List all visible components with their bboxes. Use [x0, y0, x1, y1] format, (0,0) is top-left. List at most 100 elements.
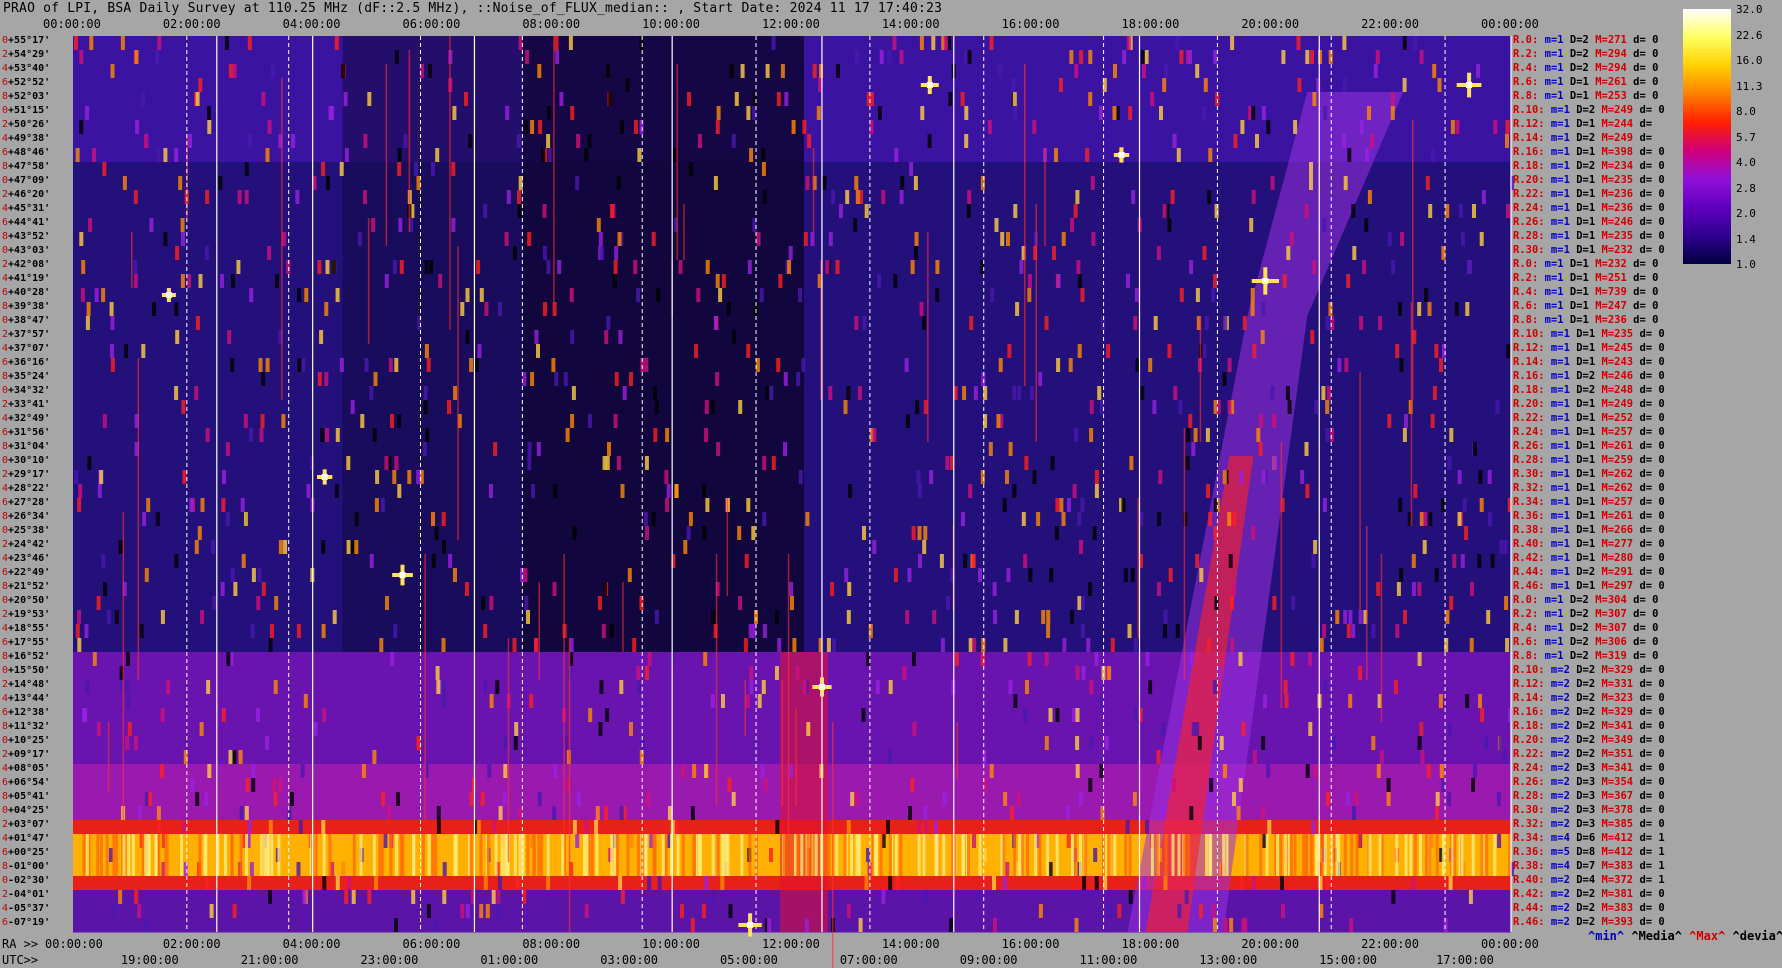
- speckle: [141, 344, 146, 358]
- speckle: [911, 526, 916, 540]
- speckle: [830, 582, 835, 596]
- speckle: [249, 288, 254, 302]
- stats-d: D=4: [1569, 874, 1596, 886]
- speckle: [1502, 750, 1507, 764]
- speckle: [452, 106, 457, 120]
- speckle: [1325, 316, 1330, 330]
- stats-d: D=2: [1563, 48, 1589, 60]
- speckle: [1455, 120, 1460, 134]
- speckle: [1074, 428, 1079, 442]
- speckle: [1015, 302, 1020, 316]
- speckle: [1229, 918, 1234, 932]
- speckle: [1206, 638, 1211, 652]
- speckle: [686, 526, 691, 540]
- declination-value: +43°03': [8, 245, 51, 256]
- speckle: [1311, 554, 1316, 568]
- speckle: [1337, 358, 1342, 372]
- speckle: [1054, 148, 1058, 162]
- speckle: [448, 554, 453, 568]
- stats-h: M=306: [1588, 636, 1627, 648]
- speckle: [1176, 148, 1181, 162]
- speckle: [205, 428, 210, 442]
- speckle: [1055, 708, 1060, 722]
- speckle: [178, 176, 183, 190]
- speckle: [272, 778, 277, 792]
- source-streak: [1359, 372, 1361, 610]
- speckle: [1487, 512, 1492, 526]
- speckle: [174, 554, 179, 568]
- declination-label: 0+47°09': [2, 175, 50, 187]
- speckle: [554, 36, 559, 50]
- speckle: [523, 120, 528, 134]
- speckle: [1134, 708, 1139, 722]
- bottom-ra-tick: 20:00:00: [1241, 937, 1300, 951]
- stats-d: D=2: [1569, 748, 1596, 760]
- speckle: [205, 190, 210, 204]
- source-streak: [449, 36, 451, 330]
- band-streak: [1343, 834, 1347, 876]
- stats-m: m=1: [1544, 118, 1570, 130]
- speckle: [1465, 302, 1470, 316]
- speckle: [1094, 652, 1099, 666]
- speckle: [1032, 470, 1037, 484]
- speckle: [945, 456, 950, 470]
- speckle: [1094, 484, 1099, 498]
- band-streak: [855, 834, 859, 876]
- speckle: [265, 736, 270, 750]
- speckle: [1270, 176, 1275, 190]
- stats-dd: d= 0: [1633, 468, 1665, 480]
- speckle: [504, 232, 509, 246]
- speckle: [1079, 540, 1083, 554]
- stats-r: R.38:: [1513, 860, 1545, 872]
- speckle: [383, 834, 388, 848]
- stats-row: R.24: m=1 D=1 M=257 d= 0: [1513, 425, 1665, 439]
- speckle: [1171, 778, 1176, 792]
- speckle: [441, 680, 446, 694]
- declination-value: +49°38': [8, 133, 51, 144]
- speckle: [1046, 624, 1051, 638]
- speckle: [1413, 36, 1418, 50]
- stats-r: R.14:: [1513, 692, 1545, 704]
- speckle: [877, 274, 882, 288]
- declination-label: 0+51°15': [2, 105, 50, 117]
- speckle: [552, 582, 557, 596]
- speckle: [212, 596, 217, 610]
- speckle: [572, 526, 577, 540]
- speckle: [1352, 246, 1357, 260]
- declination-label: 6+48°46': [2, 147, 50, 159]
- declination-value: -02°30': [8, 875, 51, 886]
- speckle: [186, 274, 191, 288]
- band-streak: [942, 834, 946, 876]
- speckle: [1002, 498, 1007, 512]
- band-streak: [1113, 834, 1117, 876]
- speckle: [166, 680, 171, 694]
- speckle: [335, 428, 340, 442]
- stats-h: M=232: [1595, 244, 1634, 256]
- stats-d: D=1: [1563, 300, 1589, 312]
- speckle: [769, 386, 774, 400]
- speckle: [572, 820, 577, 834]
- speckle: [374, 498, 379, 512]
- stats-d: D=1: [1569, 244, 1596, 256]
- bottom-utc-tick: 05:00:00: [720, 953, 778, 967]
- band-streak: [725, 834, 729, 876]
- speckle: [96, 596, 101, 610]
- stats-h: M=253: [1588, 90, 1627, 102]
- speckle: [1479, 232, 1484, 246]
- declination-label: 6+00°25': [2, 847, 50, 859]
- speckle: [489, 596, 494, 610]
- speckle: [1448, 876, 1453, 890]
- stats-h: M=236: [1595, 188, 1634, 200]
- speckle: [1202, 246, 1207, 260]
- speckle: [1085, 148, 1090, 162]
- speckle: [1134, 288, 1139, 302]
- stats-r: R.40:: [1513, 538, 1545, 550]
- speckle: [542, 246, 547, 260]
- stats-dd: d= 0: [1633, 454, 1665, 466]
- speckle: [416, 176, 421, 190]
- band-streak: [154, 834, 158, 876]
- speckle: [194, 386, 199, 400]
- bottom-utc-tick: 09:00:00: [959, 953, 1018, 967]
- stats-row: R.40: m=1 D=1 M=277 d= 0: [1513, 537, 1665, 551]
- stats-h: M=252: [1595, 412, 1634, 424]
